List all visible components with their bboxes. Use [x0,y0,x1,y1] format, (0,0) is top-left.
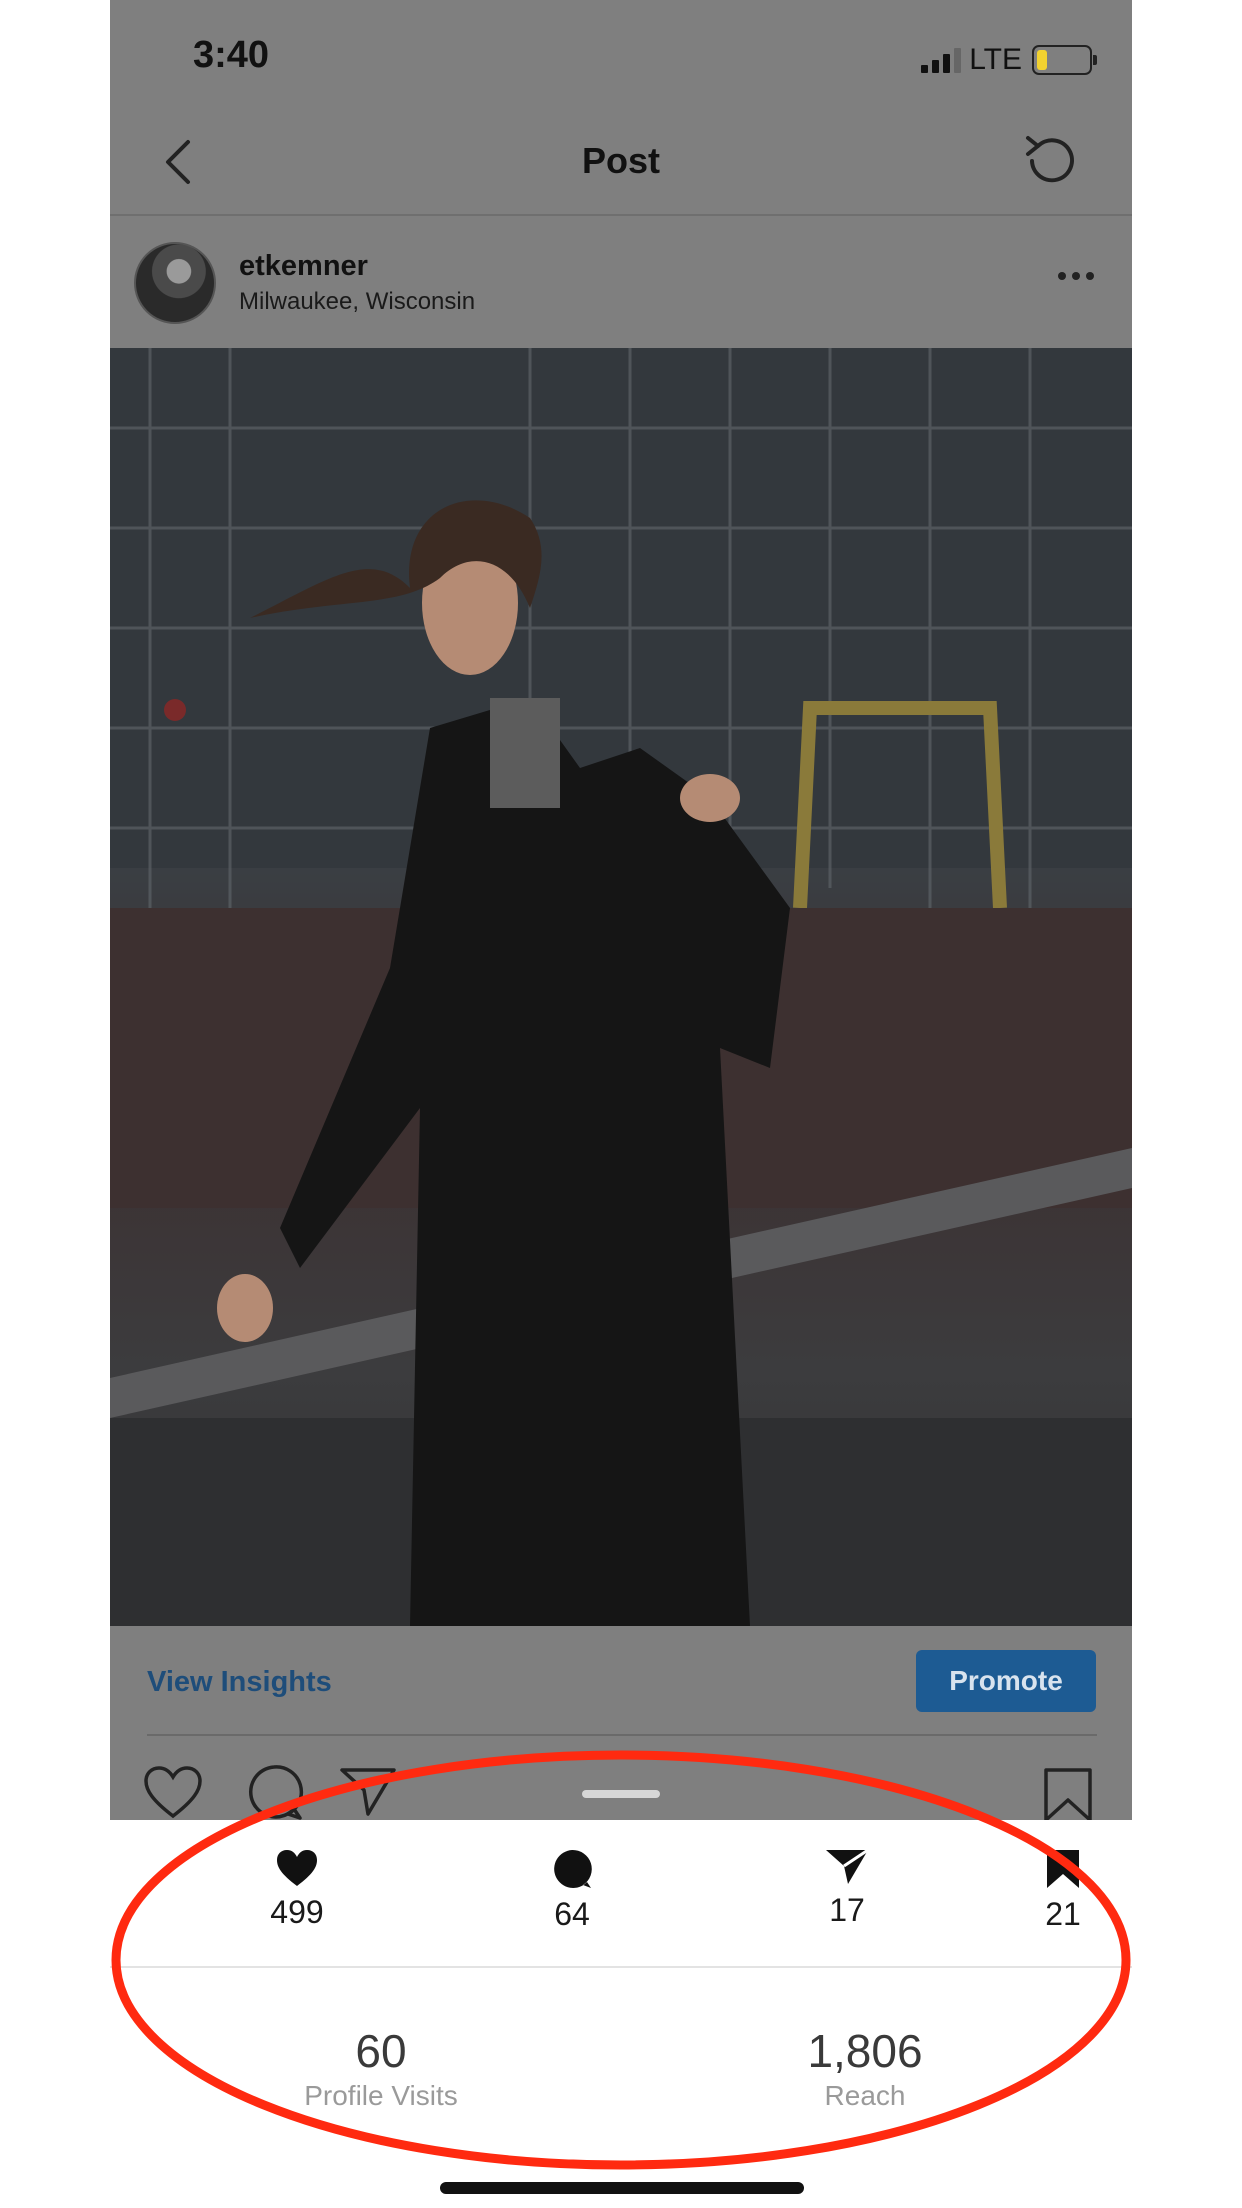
battery-icon [1032,45,1097,75]
profile-visits-value: 60 [355,2025,407,2077]
phone-screen: 3:40 LTE Post etkemner Milwaukee, Wiscon… [110,0,1132,2208]
comments-count: 64 [554,1896,590,1932]
divider [110,1966,1132,1968]
reach-label: Reach [824,2080,906,2111]
bookmark-icon [1047,1850,1079,1888]
insights-sheet: 499 64 17 21 60 Profile Visits 1,806 Rea… [110,1820,1132,2208]
promote-button[interactable]: Promote [916,1650,1096,1712]
signal-icon [921,47,962,73]
network-label: LTE [969,43,1022,76]
refresh-icon[interactable] [1018,128,1084,194]
comments-metric: 64 [512,1848,632,1933]
likes-metric: 499 [237,1848,357,1931]
post-photo [110,348,1132,1626]
profile-visits-stat: 60 Profile Visits [231,2024,531,2112]
heart-icon[interactable] [142,1764,204,1820]
username[interactable]: etkemner [239,250,368,283]
reach-value: 1,806 [807,2025,923,2077]
shares-count: 17 [829,1892,865,1928]
post-location[interactable]: Milwaukee, Wisconsin [239,288,475,316]
sheet-handle[interactable] [582,1790,660,1798]
page-title: Post [581,140,660,181]
likes-count: 499 [270,1894,324,1930]
share-icon [826,1848,869,1884]
profile-visits-label: Profile Visits [304,2080,458,2111]
insights-row: View Insights Promote [110,1628,1132,1736]
divider [147,1734,1097,1736]
nav-bar: Post [110,110,1132,216]
bookmark-icon[interactable] [1042,1766,1094,1824]
more-icon[interactable] [1056,266,1096,286]
shares-metric: 17 [787,1848,907,1929]
share-icon[interactable] [338,1764,398,1820]
status-bar: 3:40 LTE [110,0,1132,110]
view-insights-link[interactable]: View Insights [147,1666,332,1699]
metrics-row: 499 64 17 21 [110,1820,1132,1966]
comment-icon[interactable] [244,1762,304,1822]
heart-icon [277,1850,317,1886]
saves-metric: 21 [1018,1848,1108,1933]
avatar[interactable] [134,242,216,324]
home-indicator [440,2182,804,2194]
saves-count: 21 [1045,1896,1081,1932]
post-header: etkemner Milwaukee, Wisconsin [110,216,1132,346]
reach-stat: 1,806 Reach [715,2024,1015,2112]
status-indicators: LTE [921,40,1097,80]
status-time: 3:40 [193,34,270,76]
comment-icon [554,1849,592,1888]
photo-illustration [110,348,1132,1626]
